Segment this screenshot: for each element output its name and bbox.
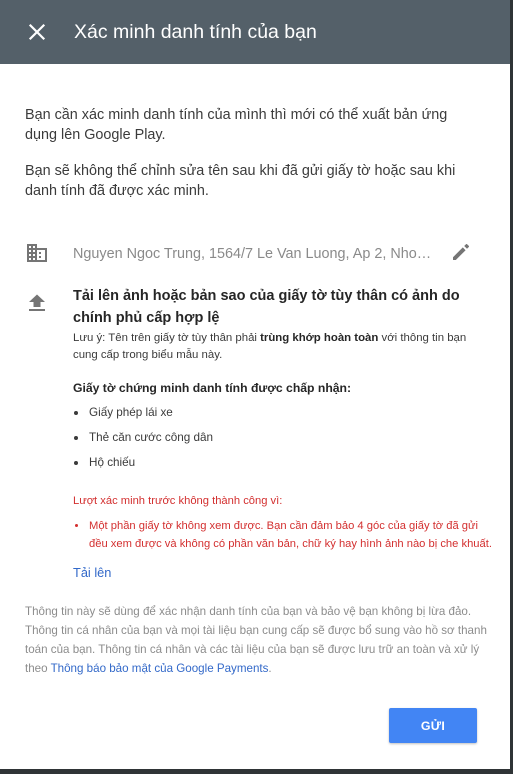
failure-title: Lượt xác minh trước không thành công vì: [73,495,283,507]
list-item-citizen-id: Thẻ căn cước công dân [73,429,213,454]
send-button[interactable]: GỬI [389,708,477,743]
business-icon [26,242,48,264]
pencil-icon[interactable] [450,241,472,263]
note-emphasis: trùng khớp hoàn toàn [260,332,379,344]
accepted-documents-title: Giấy tờ chứng minh danh tính được chấp n… [73,381,352,395]
privacy-footer-end: . [268,662,272,675]
intro-paragraph-publish: Bạn cần xác minh danh tính của mình thì … [25,107,448,143]
privacy-notice-link[interactable]: Thông báo bảo mật của Google Payments [51,662,269,675]
accepted-documents-list: Giấy phép lái xe Thẻ căn cước công dân H… [73,404,213,479]
privacy-footer: Thông tin này sẽ dùng để xác nhận danh t… [25,602,487,678]
intro-paragraph-name-lock: Bạn sẽ không thể chỉnh sửa tên sau khi đ… [25,163,456,199]
failure-reason: Một phần giấy tờ không xem được. Bạn cần… [73,517,493,553]
dialog-header: Xác minh danh tính của bạn [0,0,510,64]
upload-section-title: Tải lên ảnh hoặc bản sao của giấy tờ tùy… [73,288,460,326]
name-match-note: Lưu ý: Tên trên giấy tờ tùy thân phải tr… [73,330,491,364]
failure-reasons-list: Một phần giấy tờ không xem được. Bạn cần… [73,517,493,553]
upload-link[interactable]: Tải lên [73,564,111,581]
business-address: Nguyen Ngoc Trung, 1564/7 Le Van Luong, … [73,246,439,262]
list-item-drivers-license: Giấy phép lái xe [73,404,213,429]
close-icon[interactable] [22,17,52,47]
list-item-passport: Hộ chiếu [73,454,213,479]
note-prefix: Lưu ý: Tên trên giấy tờ tùy thân phải [73,332,261,344]
upload-icon [26,293,48,315]
dialog-title: Xác minh danh tính của bạn [74,21,317,43]
verify-identity-dialog: Xác minh danh tính của bạn Bạn cần xác m… [0,0,510,769]
